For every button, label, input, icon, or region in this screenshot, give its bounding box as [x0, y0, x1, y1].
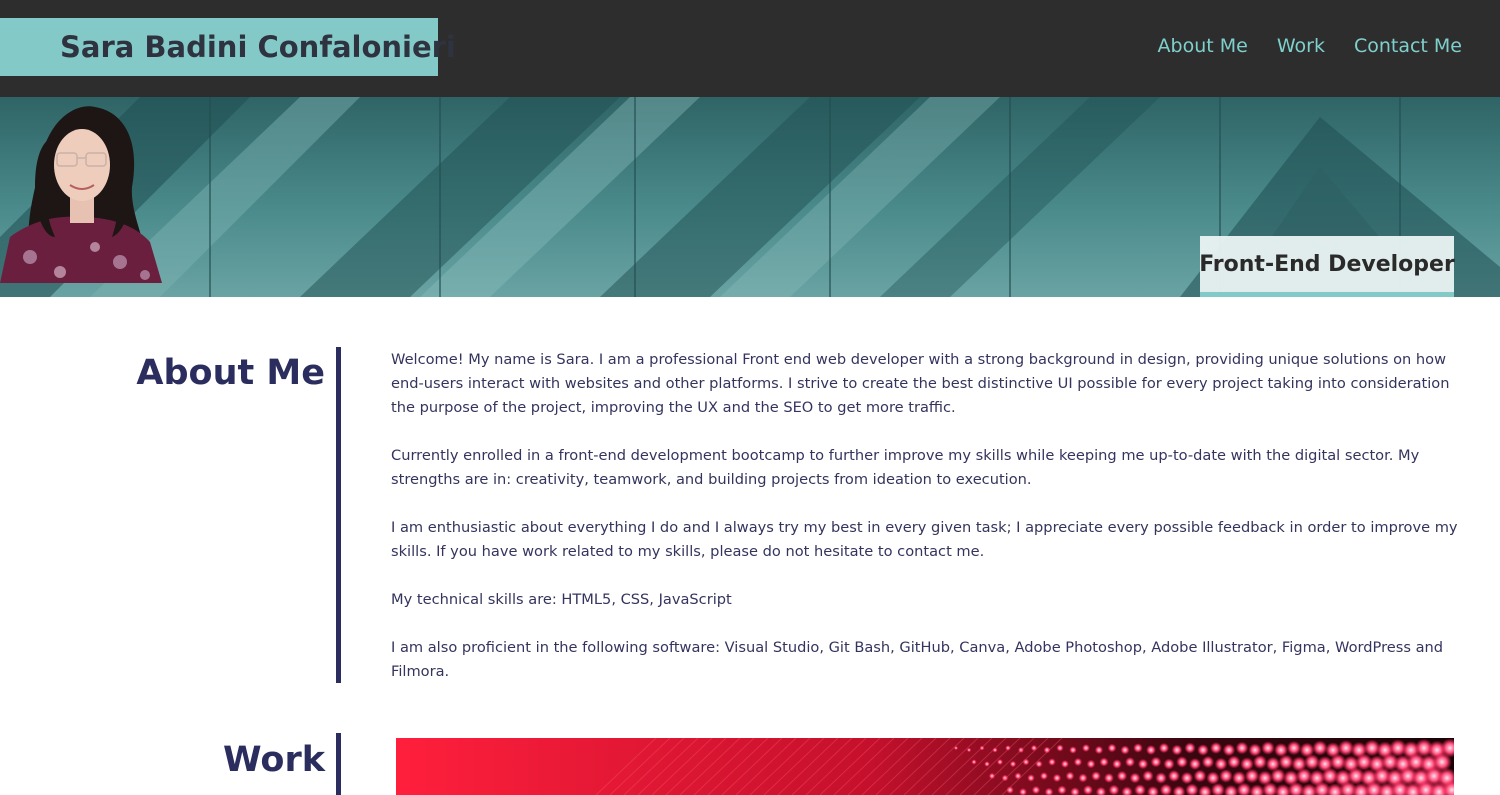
work-heading: Work: [223, 740, 325, 780]
led-dot: [1176, 756, 1188, 768]
led-dot: [1091, 771, 1101, 781]
led-dot: [1022, 758, 1030, 766]
about-paragraph-welcome: Welcome! My name is Sara. I am a profess…: [391, 351, 1450, 416]
led-dot: [1001, 774, 1009, 782]
about-me-content: Welcome! My name is Sara. I am a profess…: [391, 348, 1463, 708]
led-dot: [984, 761, 990, 767]
led-dot: [1014, 772, 1022, 780]
led-dot: [1057, 785, 1067, 795]
role-title: Front-End Developer: [1199, 251, 1455, 277]
led-dot: [1108, 784, 1120, 795]
led-dot: [1094, 745, 1104, 755]
led-dot: [1278, 754, 1294, 770]
led-dot: [1030, 744, 1038, 752]
led-dot: [1035, 760, 1043, 768]
led-dot: [1069, 746, 1077, 754]
led-dot: [1048, 758, 1056, 766]
led-dot: [1009, 760, 1017, 768]
led-dot: [1125, 757, 1135, 767]
led-dot: [1163, 758, 1175, 770]
led-dot: [1210, 742, 1222, 754]
led-dot: [1222, 743, 1236, 757]
hero-banner: Front-End Developer: [0, 97, 1500, 297]
led-dot: [1104, 773, 1114, 783]
led-dot: [1168, 770, 1180, 782]
led-dot: [1137, 758, 1149, 770]
led-dot: [1133, 743, 1143, 753]
led-dot: [1248, 743, 1262, 757]
led-dot: [1120, 745, 1130, 755]
led-dot: [1189, 758, 1201, 770]
about-paragraph-technical-skills: My technical skills are: HTML5, CSS, Jav…: [391, 591, 732, 608]
about-paragraph-software: I am also proficient in the following so…: [391, 639, 1444, 680]
led-dot: [1227, 755, 1241, 769]
led-dot: [1083, 785, 1093, 795]
led-dot: [1158, 742, 1170, 754]
site-header: Sara Badini Confalonieri About Me Work C…: [0, 0, 1500, 97]
led-dot: [1180, 771, 1194, 785]
about-divider: [336, 347, 341, 683]
led-dot: [1219, 769, 1233, 783]
led-lights-image: [396, 738, 1454, 795]
profile-photo: [0, 106, 162, 283]
about-paragraph-bootcamp: Currently enrolled in a front-end develo…: [391, 447, 1420, 488]
led-dot: [1312, 740, 1328, 756]
main-nav: About Me Work Contact Me: [1158, 35, 1462, 57]
role-badge: Front-End Developer: [1199, 236, 1455, 297]
led-dot: [1184, 742, 1196, 754]
led-dot: [1235, 741, 1249, 755]
led-dot: [1078, 773, 1088, 783]
nav-about-me[interactable]: About Me: [1158, 35, 1248, 57]
led-dot: [1193, 769, 1207, 783]
led-dot: [1099, 757, 1109, 767]
site-name-box[interactable]: Sara Badini Confalonieri: [0, 18, 456, 76]
led-dot: [1240, 757, 1254, 771]
led-dot: [1061, 760, 1069, 768]
led-dot: [1052, 773, 1062, 783]
about-me-heading: About Me: [136, 353, 325, 393]
led-dot: [1056, 744, 1064, 752]
nav-work[interactable]: Work: [1277, 35, 1325, 57]
about-paragraph-enthusiastic: I am enthusiastic about everything I do …: [391, 519, 1458, 560]
led-dot: [1261, 741, 1275, 755]
led-dot: [1086, 759, 1096, 769]
led-dot: [1270, 768, 1286, 784]
led-dot: [1065, 771, 1075, 781]
led-dot: [1073, 757, 1083, 767]
led-dot: [1112, 759, 1122, 769]
nav-contact-me[interactable]: Contact Me: [1354, 35, 1462, 57]
led-dot: [1244, 768, 1260, 784]
led-dot: [997, 759, 1003, 765]
led-dot: [1129, 772, 1141, 784]
led-dot: [1171, 744, 1183, 756]
led-dot: [1031, 785, 1041, 795]
work-project-image[interactable]: [396, 738, 1454, 795]
led-dot: [1082, 744, 1090, 752]
led-dot: [1201, 755, 1215, 769]
led-dot: [1146, 745, 1156, 755]
led-dot: [1040, 772, 1048, 780]
work-divider: [336, 733, 341, 795]
led-dot: [971, 759, 977, 765]
led-dot: [1197, 744, 1209, 756]
led-dot: [1107, 743, 1117, 753]
led-dot: [1027, 774, 1035, 782]
led-dot: [1214, 757, 1228, 771]
led-dot: [1286, 740, 1302, 756]
led-dot: [1142, 770, 1154, 782]
site-name[interactable]: Sara Badini Confalonieri: [60, 30, 456, 64]
led-dot: [1253, 755, 1267, 769]
led-dot: [1155, 772, 1167, 784]
led-dot: [1116, 770, 1128, 782]
led-dot: [1150, 756, 1162, 768]
led-dot: [1206, 771, 1220, 785]
